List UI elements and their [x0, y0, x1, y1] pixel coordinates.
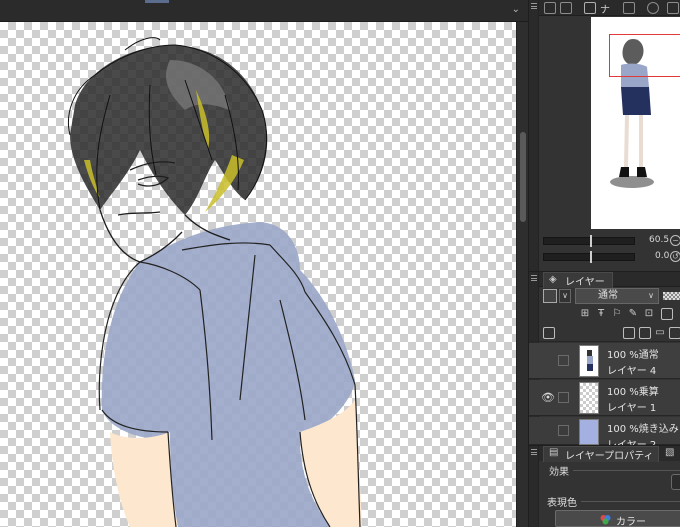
layer-blend-opacity: 100 %乗算: [607, 387, 659, 398]
navigator-tab-label[interactable]: ナ: [600, 1, 610, 16]
layer-thumbnail: [579, 345, 599, 377]
chevron-down-icon[interactable]: ⌄: [512, 4, 520, 15]
blend-mode-select[interactable]: 通常 ∨: [575, 288, 659, 304]
color-mode-button[interactable]: カラー: [555, 510, 680, 527]
color-wheel-icon: [600, 515, 611, 525]
effect-button[interactable]: [671, 474, 680, 490]
canvas-tab-icon[interactable]: [544, 2, 556, 14]
layer-property-icon: ▤: [549, 447, 559, 458]
skin-fill: [110, 432, 178, 527]
property-panel-menu-handle[interactable]: [529, 446, 539, 462]
panel-menu-handle[interactable]: [529, 0, 539, 16]
clip-layer-icon[interactable]: Ŧ: [595, 308, 607, 320]
layer-panel-menu-handle[interactable]: [529, 272, 539, 288]
layer-thumbnail: [579, 382, 599, 414]
drawing-canvas[interactable]: [0, 22, 516, 527]
zoom-value: 60.5: [649, 235, 670, 245]
layer-list-icon[interactable]: [543, 327, 555, 339]
canvas-vertical-scrollbar[interactable]: [516, 22, 528, 527]
swatch-dropdown-icon[interactable]: ∨: [559, 289, 571, 303]
new-raster-layer-icon[interactable]: [623, 327, 635, 339]
navigator-preview[interactable]: [591, 17, 680, 229]
navigator-header: ナ: [529, 0, 680, 16]
layer-name: レイヤー 1: [607, 403, 657, 414]
layer-lock-toggle[interactable]: [558, 425, 569, 436]
subview-tab-icon[interactable]: [560, 2, 572, 14]
effect-label: 効果: [549, 467, 569, 478]
layer-property-title: レイヤープロパティ: [565, 451, 654, 462]
rotate-reset-icon[interactable]: ↺: [670, 251, 680, 262]
zoom-out-icon[interactable]: −: [670, 235, 680, 246]
more-layer-ops-icon[interactable]: [669, 327, 680, 339]
right-panel: ナ 60.5 − 0.0 ↺ ◈ レイヤー ∨ 通常 ∨ ⊞ Ŧ ⚐ ✎ ⊡ ▭…: [528, 0, 680, 527]
navigator-view-frame[interactable]: [609, 34, 680, 77]
divider: [573, 470, 680, 471]
layer-row[interactable]: 100 %焼き込みカラ レイヤー 2: [529, 417, 680, 451]
opacity-slider[interactable]: [663, 292, 680, 300]
layer-blend-opacity: 100 %通常: [607, 350, 659, 361]
layer-blend-opacity: 100 %焼き込みカラ: [607, 424, 680, 435]
blend-mode-row: ∨ 通常 ∨: [539, 287, 680, 305]
reference-layer-icon[interactable]: ⚐: [611, 308, 623, 320]
search-tab-icon[interactable]: [647, 2, 659, 14]
navigator-tab-icon[interactable]: [584, 2, 596, 14]
layer-color-swatch[interactable]: [543, 289, 557, 303]
layer-panel-title: レイヤー: [565, 277, 605, 288]
lock-transparent-icon[interactable]: ⊞: [579, 308, 591, 320]
panel-tab-icon[interactable]: ▧: [665, 447, 677, 459]
lock-layer-icon[interactable]: ⊡: [643, 308, 655, 320]
layer-panel-header: ◈ レイヤー: [529, 271, 680, 288]
artwork: [67, 37, 362, 527]
canvas-tab-bar: ⌄: [0, 0, 528, 22]
rotate-slider[interactable]: [543, 251, 635, 263]
visibility-toggle[interactable]: [541, 424, 555, 438]
scrollbar-thumb[interactable]: [520, 132, 526, 222]
property-side-strip: [529, 461, 539, 527]
app-window: ⌄ ナ 60.5 − 0.0 ↺ ◈ レイヤー ∨ 通常 ∨ ⊞ Ŧ ⚐ ✎ ⊡…: [0, 0, 680, 527]
layer-row[interactable]: 100 %通常 レイヤー 4: [529, 343, 680, 379]
layer-lock-toggle[interactable]: [558, 392, 569, 403]
info-tab-icon[interactable]: [623, 2, 635, 14]
layers-icon: ◈: [549, 274, 557, 285]
zoom-slider[interactable]: [543, 235, 635, 247]
new-folder-icon[interactable]: ▭: [654, 327, 666, 339]
layer-name: レイヤー 4: [607, 366, 657, 377]
layer-thumbnail: [579, 419, 599, 445]
eye-icon[interactable]: 👁: [541, 391, 555, 405]
color-mode-value: カラー: [616, 517, 646, 527]
chevron-down-icon: ∨: [648, 291, 654, 300]
navigator-side-strip: [529, 16, 539, 271]
layer-row[interactable]: 👁 100 %乗算 レイヤー 1: [529, 380, 680, 416]
more-tab-icon[interactable]: [667, 2, 679, 14]
blend-mode-value: 通常: [598, 290, 618, 301]
active-tab-indicator: [145, 0, 169, 3]
layer-lock-toggle[interactable]: [558, 355, 569, 366]
mask-icon[interactable]: [661, 308, 673, 320]
layer-tool-row-1: ⊞ Ŧ ⚐ ✎ ⊡: [539, 306, 680, 322]
layer-property-header: ▤ レイヤープロパティ ▧: [529, 445, 680, 462]
layer-tool-row-2: ▭: [529, 324, 680, 342]
new-vector-layer-icon[interactable]: [639, 327, 651, 339]
divider: [581, 501, 680, 502]
visibility-toggle[interactable]: [541, 354, 555, 368]
rotate-value: 0.0: [655, 251, 670, 261]
navigator-controls: 60.5 − 0.0 ↺: [539, 232, 680, 270]
color-mode-label: 表現色: [547, 498, 577, 509]
draft-layer-icon[interactable]: ✎: [627, 308, 639, 320]
